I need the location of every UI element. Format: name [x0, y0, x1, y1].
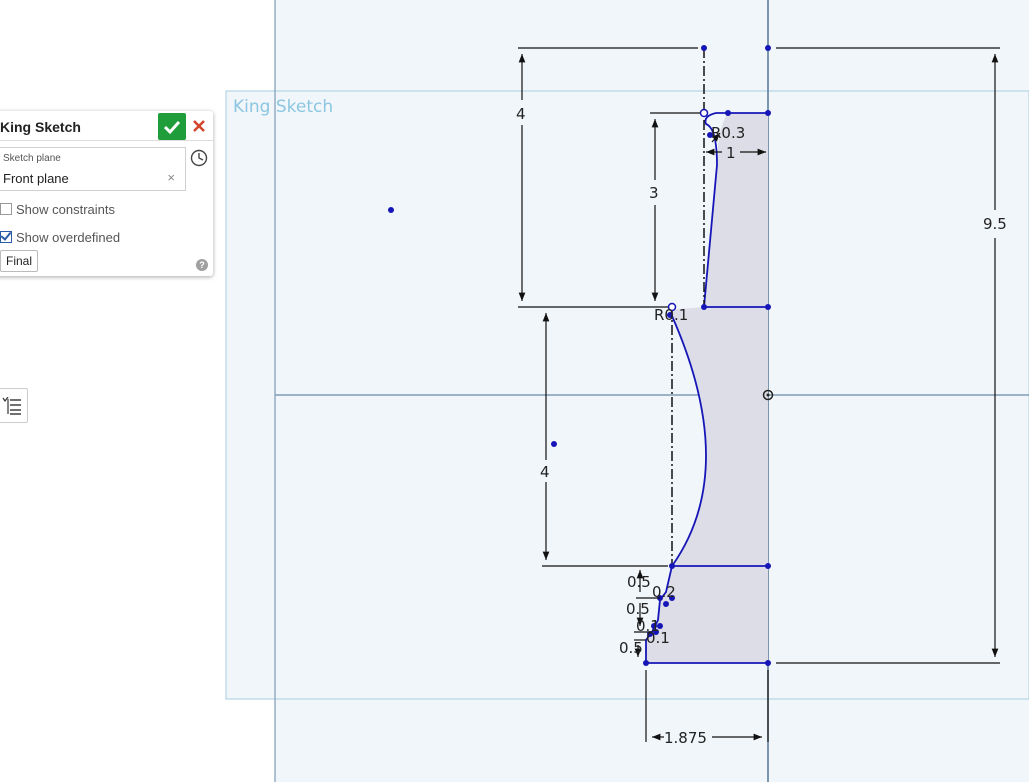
list-icon	[2, 397, 21, 415]
sketch-panel: King Sketch Sketch plane Front plane × S…	[0, 111, 213, 276]
cancel-button[interactable]	[190, 117, 208, 135]
origin-center	[766, 393, 770, 397]
show-overdefined-checkbox[interactable]	[0, 231, 12, 243]
check-icon	[163, 120, 181, 135]
close-icon	[193, 120, 205, 132]
sketch-plane-value: Front plane	[3, 171, 69, 186]
dim-radius-top[interactable]: R0.3	[711, 124, 745, 142]
clock-icon[interactable]	[190, 149, 208, 167]
show-overdefined-option[interactable]: Show overdefined	[0, 230, 120, 245]
dim-top-inner-height[interactable]: 3	[649, 184, 659, 202]
dim-step2[interactable]: 0.5	[626, 600, 650, 618]
feature-list-button[interactable]	[0, 388, 28, 423]
show-constraints-label: Show constraints	[16, 202, 115, 217]
open-point[interactable]	[699, 108, 709, 118]
sketch-canvas-label: King Sketch	[233, 97, 333, 117]
accept-button[interactable]	[158, 113, 186, 140]
show-constraints-checkbox[interactable]	[0, 203, 12, 215]
dim-top-height[interactable]: 4	[516, 105, 526, 123]
dim-overall-height[interactable]: 9.5	[983, 215, 1007, 233]
dim-top-width[interactable]: 1	[726, 144, 736, 162]
help-icon[interactable]: ?	[196, 259, 208, 271]
clear-plane-icon[interactable]: ×	[167, 170, 175, 185]
sketch-plane-label: Sketch plane	[3, 153, 61, 164]
dim-base-width[interactable]: 1.875	[664, 729, 707, 747]
dim-mid-height[interactable]: 4	[540, 463, 550, 481]
dim-small-a[interactable]: 0.2	[652, 583, 676, 601]
dim-step3[interactable]: 0.5	[619, 639, 643, 657]
panel-divider	[0, 140, 213, 141]
panel-title: King Sketch	[0, 119, 81, 135]
sketch-plane-field[interactable]: Sketch plane Front plane ×	[0, 147, 186, 191]
dim-step1[interactable]: 0.5	[627, 573, 651, 591]
show-overdefined-label: Show overdefined	[16, 230, 121, 245]
final-button[interactable]: Final	[0, 250, 39, 272]
show-constraints-option[interactable]: Show constraints	[0, 202, 115, 217]
dim-small-c[interactable]: 0.1	[646, 629, 670, 647]
dim-radius-mid[interactable]: R0.1	[654, 306, 688, 324]
